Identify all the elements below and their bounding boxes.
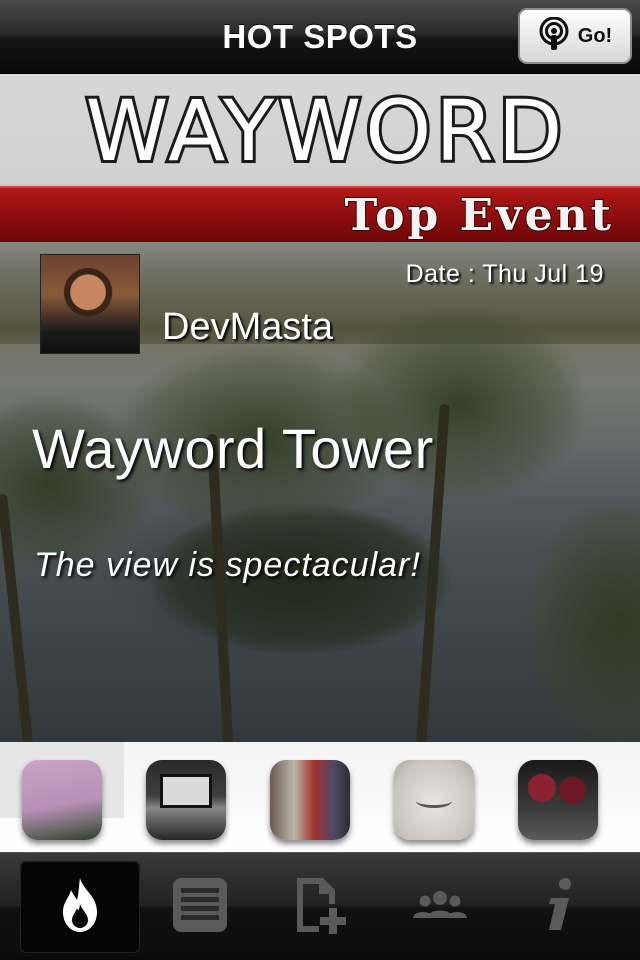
nav-bar: HOT SPOTS Go! [0,0,640,74]
info-icon [529,874,591,941]
tab-add-spot[interactable] [260,861,380,953]
tab-info[interactable] [500,861,620,953]
top-event-ribbon: Top Event [0,186,640,242]
people-icon [409,874,471,941]
thumbnail-laptop[interactable] [146,760,226,840]
flame-icon [49,874,111,941]
plush-smile [416,794,452,808]
event-description: The view is spectacular! [34,546,421,584]
thumbnail-bottle[interactable] [270,760,350,840]
add-document-icon [289,874,351,941]
thumbnail-strip[interactable] [0,742,640,852]
tab-list[interactable] [140,861,260,953]
go-button[interactable]: Go! [518,8,632,64]
top-event-label: Top Event [343,189,614,242]
username[interactable]: DevMasta [162,306,333,349]
event-title: Wayword Tower [32,417,434,480]
thumbnail-wine-glasses[interactable] [518,760,598,840]
thumbnail-rainbow[interactable] [22,760,102,840]
list-icon [169,874,231,941]
logo-band: WAYWORD [0,74,640,186]
podcast-icon [538,16,570,56]
avatar[interactable] [40,254,140,354]
tab-friends[interactable] [380,861,500,953]
thumbnail-plush-toy[interactable] [394,760,474,840]
event-date: Date : Thu Jul 19 [405,260,604,288]
event-hero[interactable]: WAYWORD Top Event DevMasta Date : Thu Ju… [0,74,640,742]
wayword-logo: WAYWORD [83,82,567,180]
tab-hot-spots[interactable] [20,861,140,953]
laptop-screen [160,774,212,808]
go-button-label: Go! [577,24,613,47]
tab-bar [0,852,640,960]
